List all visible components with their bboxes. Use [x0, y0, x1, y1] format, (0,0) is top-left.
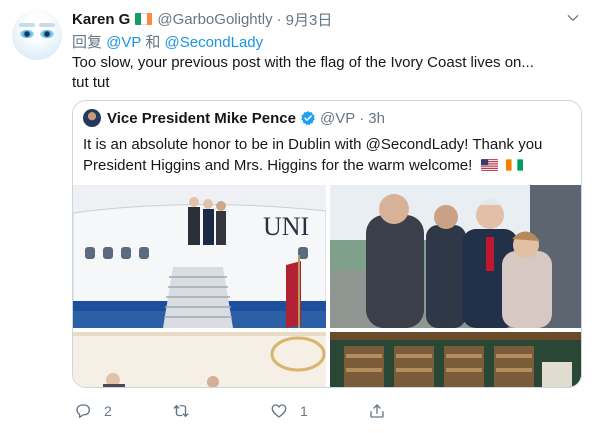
chevron-down-icon[interactable]	[566, 11, 580, 25]
mention-vp-link[interactable]: @VP	[106, 34, 141, 51]
quoted-tweet-header: Vice President Mike Pence @VP · 3h	[83, 109, 385, 127]
avatar-eye	[40, 30, 54, 38]
retweet-button[interactable]	[172, 400, 202, 422]
reply-button[interactable]: 2	[74, 400, 112, 422]
quoted-media-grid: UNI	[73, 185, 581, 387]
quoted-time: 3h	[368, 109, 385, 127]
quoted-text-line: President Higgins and Mrs. Higgins for t…	[83, 157, 473, 174]
tweet[interactable]: Karen G @GarboGolightly · 9月3日 回复 @VP 和 …	[0, 0, 596, 433]
reply-conjunction: 和	[145, 34, 161, 51]
reply-icon	[76, 404, 91, 419]
photo-airplane-stairs[interactable]: UNI	[73, 185, 326, 328]
reply-count: 2	[104, 403, 112, 419]
photo-airplane-stairs-art: UNI	[73, 185, 326, 328]
photo-greeting-on-tarmac[interactable]	[330, 185, 581, 328]
quoted-avatar	[83, 109, 101, 127]
avatar-brow	[39, 23, 55, 27]
like-count: 1	[300, 403, 308, 419]
reply-prefix: 回复	[72, 34, 103, 51]
share-button[interactable]	[368, 400, 398, 422]
tweet-actions: 2 1	[72, 400, 584, 422]
quoted-tweet[interactable]: Vice President Mike Pence @VP · 3h It is…	[72, 100, 582, 388]
photo-interior-room-art	[73, 332, 326, 387]
separator-dot: ·	[276, 10, 282, 28]
avatar-eye	[20, 30, 34, 38]
photo-library[interactable]	[330, 332, 581, 387]
photo-library-art	[330, 332, 581, 387]
retweet-icon	[173, 405, 189, 417]
us-flag-icon	[480, 159, 498, 171]
ivory-coast-flag-icon	[505, 159, 523, 171]
ireland-flag-icon	[135, 13, 153, 25]
share-icon	[370, 404, 384, 418]
author-handle[interactable]: @GarboGolightly	[157, 11, 272, 28]
quoted-text-line: It is an absolute honor to be in Dublin …	[83, 136, 543, 153]
quoted-text: It is an absolute honor to be in Dublin …	[83, 134, 573, 176]
avatar-brow	[19, 23, 35, 27]
replying-to-line: 回复 @VP 和 @SecondLady	[72, 31, 263, 52]
quoted-display-name: Vice President Mike Pence	[107, 109, 296, 127]
svg-text:UNI: UNI	[263, 212, 309, 241]
photo-greeting-on-tarmac-art	[330, 185, 581, 328]
avatar[interactable]	[12, 10, 62, 60]
quoted-handle: @VP	[320, 109, 356, 127]
separator-dot: ·	[359, 109, 365, 127]
heart-icon	[271, 404, 287, 418]
tweet-date[interactable]: 9月3日	[286, 9, 333, 30]
mention-secondlady-link[interactable]: @SecondLady	[165, 34, 264, 51]
tweet-text: Too slow, your previous post with the fl…	[72, 53, 584, 93]
verified-badge-icon	[301, 111, 315, 126]
tweet-header: Karen G @GarboGolightly · 9月3日	[72, 9, 332, 29]
tweet-text-line: tut tut	[72, 74, 110, 91]
author-display-name[interactable]: Karen G	[72, 11, 130, 28]
like-button[interactable]: 1	[270, 400, 308, 422]
photo-interior-room[interactable]	[73, 332, 326, 387]
tweet-text-line: Too slow, your previous post with the fl…	[72, 54, 534, 71]
quoted-text-line-2: President Higgins and Mrs. Higgins for t…	[83, 155, 573, 176]
